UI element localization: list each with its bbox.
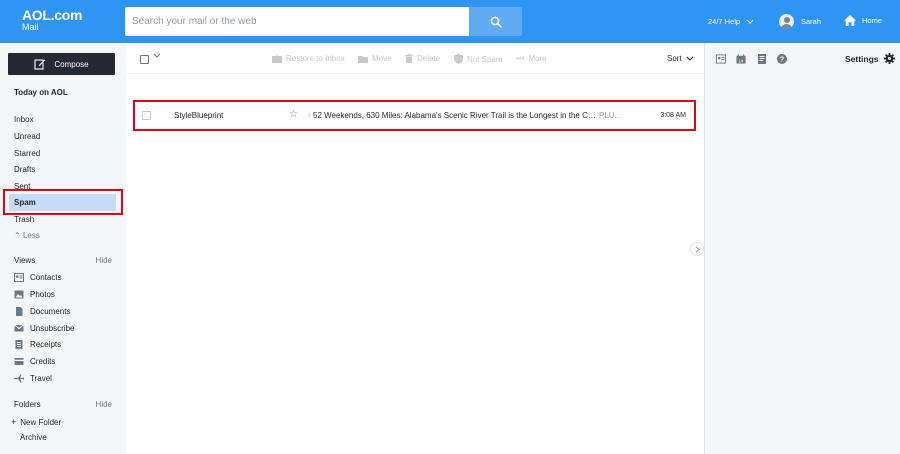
help-menu[interactable]: 24/7 Help: [708, 17, 754, 26]
photos-icon: [14, 290, 24, 299]
select-dropdown[interactable]: [153, 53, 161, 60]
sort-label: Sort: [667, 54, 682, 63]
chevron-down-icon: [746, 19, 754, 24]
folder-icon: [358, 55, 368, 63]
user-menu[interactable]: Sarah: [779, 14, 821, 29]
chevron-down-icon: [153, 53, 161, 58]
home-label: Home: [862, 16, 883, 25]
more-label: More: [528, 54, 547, 63]
move-button[interactable]: Move: [358, 54, 392, 63]
home-icon: [844, 15, 856, 26]
sidebar-item-inbox[interactable]: Inbox: [14, 115, 34, 124]
plus-icon: +: [11, 417, 17, 427]
sort-dropdown[interactable]: Sort: [667, 54, 694, 63]
delete-button[interactable]: Delete: [405, 54, 440, 63]
chevron-down-icon: [686, 56, 694, 61]
sidebar-item-contacts[interactable]: Contacts: [14, 273, 62, 282]
chevron-up-icon: ⌃: [14, 231, 21, 240]
user-name: Sarah: [801, 17, 822, 26]
less-label: Less: [22, 231, 40, 240]
compose-icon: [34, 59, 46, 70]
message-list: StyleBlueprint ☆ ✧ 52 Weekends, 630 Mile…: [126, 74, 704, 454]
move-label: Move: [372, 54, 392, 63]
top-header: AOL.com Mail 24/7 Help Sarah Home: [0, 0, 900, 43]
select-all-checkbox[interactable]: [140, 55, 149, 64]
help-icon[interactable]: ?: [777, 54, 787, 64]
logo-subtitle: Mail: [22, 22, 39, 32]
settings-label: Settings: [845, 53, 879, 64]
view-label: Credits: [30, 357, 56, 366]
restore-to-inbox-button[interactable]: Restore to Inbox: [272, 54, 345, 63]
today-on-aol-link[interactable]: Today on AOL: [14, 88, 68, 97]
sidebar-item-photos[interactable]: Photos: [14, 290, 55, 299]
compose-label: Compose: [54, 59, 89, 69]
receipts-icon: [15, 340, 23, 349]
not-spam-button[interactable]: Not Spam: [454, 54, 503, 64]
contacts-icon[interactable]: [716, 54, 726, 64]
shield-icon: [454, 54, 463, 64]
new-folder-button[interactable]: + New Folder: [11, 417, 61, 427]
sidebar-item-unread[interactable]: Unread: [14, 132, 40, 141]
sidebar-item-trash[interactable]: Trash: [14, 215, 34, 224]
contacts-icon: [14, 273, 24, 282]
calendar-icon[interactable]: 14: [736, 54, 746, 64]
folders-header: Folders Hide: [14, 400, 112, 409]
view-label: Receipts: [30, 340, 62, 349]
avatar: [779, 14, 794, 29]
sidebar-item-documents[interactable]: Documents: [14, 307, 70, 316]
sidebar-item-archive[interactable]: Archive: [20, 433, 47, 442]
spam-highlight-box: [3, 189, 123, 215]
message-toolbar: Restore to Inbox Move Delete Not Spam ••…: [126, 43, 704, 74]
settings-button[interactable]: Settings: [845, 53, 895, 64]
views-hide-button[interactable]: Hide: [96, 256, 112, 265]
more-dots-icon: •••: [516, 54, 525, 63]
delete-label: Delete: [417, 54, 441, 63]
folders-hide-button[interactable]: Hide: [96, 400, 112, 409]
message-highlight-box: [133, 100, 696, 131]
sidebar-item-starred[interactable]: Starred: [14, 149, 40, 158]
svg-text:14: 14: [738, 58, 744, 63]
documents-icon: [16, 307, 23, 316]
views-title: Views: [14, 256, 36, 265]
search-button[interactable]: [469, 7, 522, 36]
sidebar-item-unsubscribe[interactable]: Unsubscribe: [14, 324, 74, 333]
trash-icon: [405, 54, 413, 63]
sidebar-item-receipts[interactable]: Receipts: [14, 340, 61, 349]
new-folder-label: New Folder: [20, 417, 62, 427]
sidebar-item-drafts[interactable]: Drafts: [14, 165, 35, 174]
views-header: Views Hide: [14, 256, 112, 265]
home-button[interactable]: Home: [843, 14, 882, 27]
not-spam-label: Not Spam: [467, 54, 503, 64]
panel-collapse-button[interactable]: [690, 242, 704, 256]
search-icon: [490, 16, 502, 28]
compose-button[interactable]: Compose: [8, 53, 115, 75]
logo-wordmark: AOL.com: [22, 7, 83, 23]
unsubscribe-icon: [14, 324, 24, 332]
chevron-right-icon: [695, 246, 700, 252]
credits-icon: [14, 358, 24, 365]
sidebar-item-travel[interactable]: Travel: [14, 374, 52, 383]
more-button[interactable]: ••• More: [516, 54, 547, 63]
view-label: Documents: [30, 307, 71, 316]
restore-label: Restore to Inbox: [286, 54, 345, 63]
right-panel: 14 ? Settings: [704, 43, 900, 454]
search-input[interactable]: [125, 7, 469, 36]
view-label: Travel: [30, 374, 52, 383]
sidebar-item-credits[interactable]: Credits: [14, 357, 55, 366]
restore-icon: [272, 54, 282, 63]
svg-text:?: ?: [780, 57, 784, 64]
sidebar: Compose Today on AOL Inbox Unread Starre…: [0, 43, 126, 454]
folders-title: Folders: [14, 400, 41, 409]
view-label: Unsubscribe: [30, 324, 75, 333]
help-label: 24/7 Help: [708, 17, 741, 26]
less-toggle[interactable]: ⌃ Less: [14, 231, 40, 240]
view-label: Contacts: [30, 273, 62, 282]
travel-icon: [14, 374, 24, 383]
notepad-icon[interactable]: [757, 54, 767, 64]
aol-mail-logo[interactable]: AOL.com Mail: [22, 8, 82, 32]
view-label: Photos: [30, 290, 55, 299]
gear-icon: [883, 53, 895, 64]
